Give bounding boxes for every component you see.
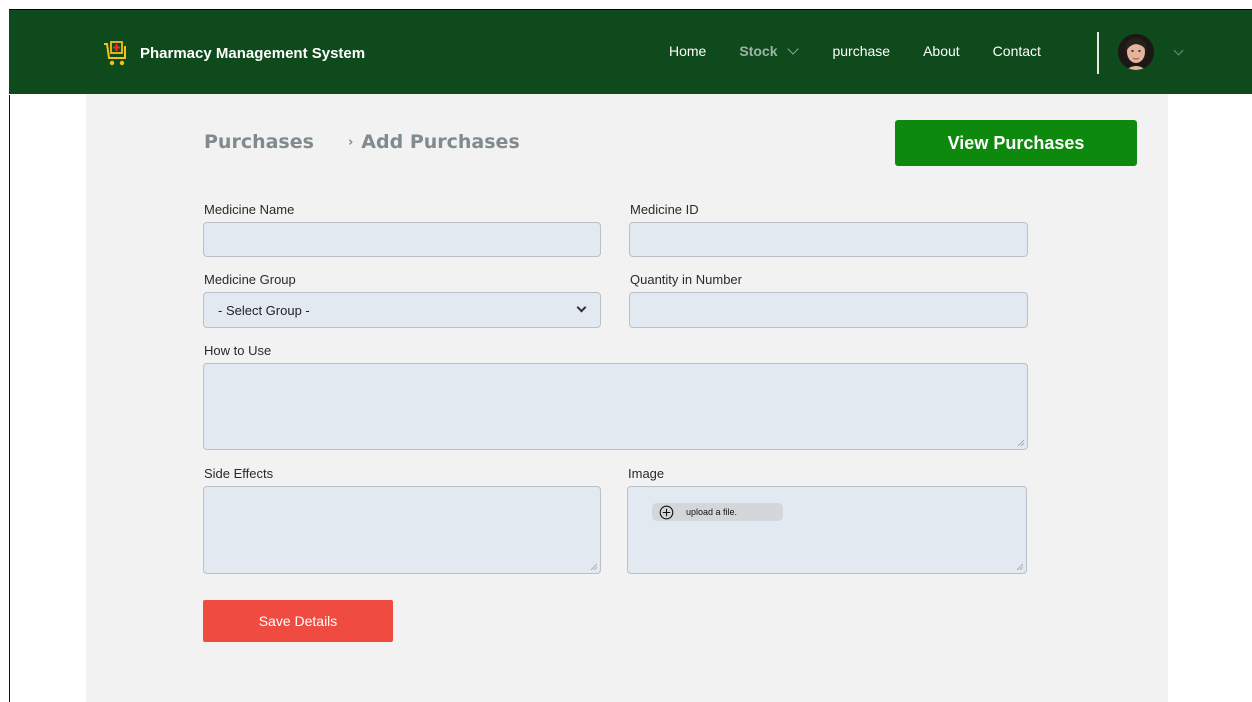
nav-about[interactable]: About (923, 43, 960, 59)
medicine-group-selected: - Select Group - (218, 303, 310, 318)
chevron-down-icon[interactable] (1173, 45, 1184, 56)
quantity-input[interactable] (629, 292, 1028, 328)
page-border (9, 95, 10, 702)
how-to-use-label: How to Use (204, 343, 272, 358)
resize-grip-icon[interactable] (1017, 564, 1023, 570)
breadcrumb-separator-icon: › (347, 134, 354, 150)
nav-divider (1097, 32, 1099, 74)
breadcrumb-current: Add Purchases (361, 131, 520, 153)
nav-home[interactable]: Home (669, 43, 706, 59)
quantity-label: Quantity in Number (630, 272, 742, 287)
medicine-name-label: Medicine Name (204, 202, 295, 217)
view-purchases-button[interactable]: View Purchases (895, 120, 1137, 166)
avatar[interactable] (1118, 34, 1154, 70)
how-to-use-textarea[interactable] (203, 363, 1028, 450)
medicine-id-label: Medicine ID (630, 202, 699, 217)
nav-contact[interactable]: Contact (993, 43, 1041, 59)
side-effects-textarea[interactable] (203, 486, 601, 574)
medicine-group-select[interactable]: - Select Group - (203, 292, 601, 328)
resize-grip-icon[interactable] (1018, 440, 1024, 446)
medicine-name-input[interactable] (203, 222, 601, 257)
image-upload-area[interactable]: upload a file. (627, 486, 1027, 574)
nav-stock[interactable]: Stock (739, 42, 800, 59)
chevron-down-icon (787, 42, 800, 55)
pharmacy-cart-icon (104, 41, 126, 66)
medicine-group-label: Medicine Group (204, 272, 296, 287)
user-photo (1118, 34, 1154, 70)
upload-file-button[interactable]: upload a file. (652, 503, 783, 521)
save-details-button[interactable]: Save Details (203, 600, 393, 642)
nav-purchase[interactable]: purchase (832, 43, 890, 59)
image-label: Image (628, 466, 665, 481)
breadcrumb-parent[interactable]: Purchases (204, 131, 314, 153)
breadcrumb: Purchases › Add Purchases (204, 131, 520, 153)
plus-circle-icon (659, 505, 674, 519)
medicine-id-input[interactable] (629, 222, 1028, 257)
top-navbar: Pharmacy Management System Home Stock pu… (9, 9, 1252, 94)
resize-grip-icon[interactable] (591, 564, 597, 570)
nav-stock-label: Stock (739, 43, 778, 59)
app-title: Pharmacy Management System (140, 44, 366, 62)
chevron-down-icon (576, 302, 587, 313)
brand[interactable]: Pharmacy Management System (103, 39, 365, 67)
upload-file-label: upload a file. (686, 507, 738, 517)
main-nav: Home Stock purchase About Contact (669, 42, 1074, 59)
side-effects-label: Side Effects (204, 466, 274, 481)
